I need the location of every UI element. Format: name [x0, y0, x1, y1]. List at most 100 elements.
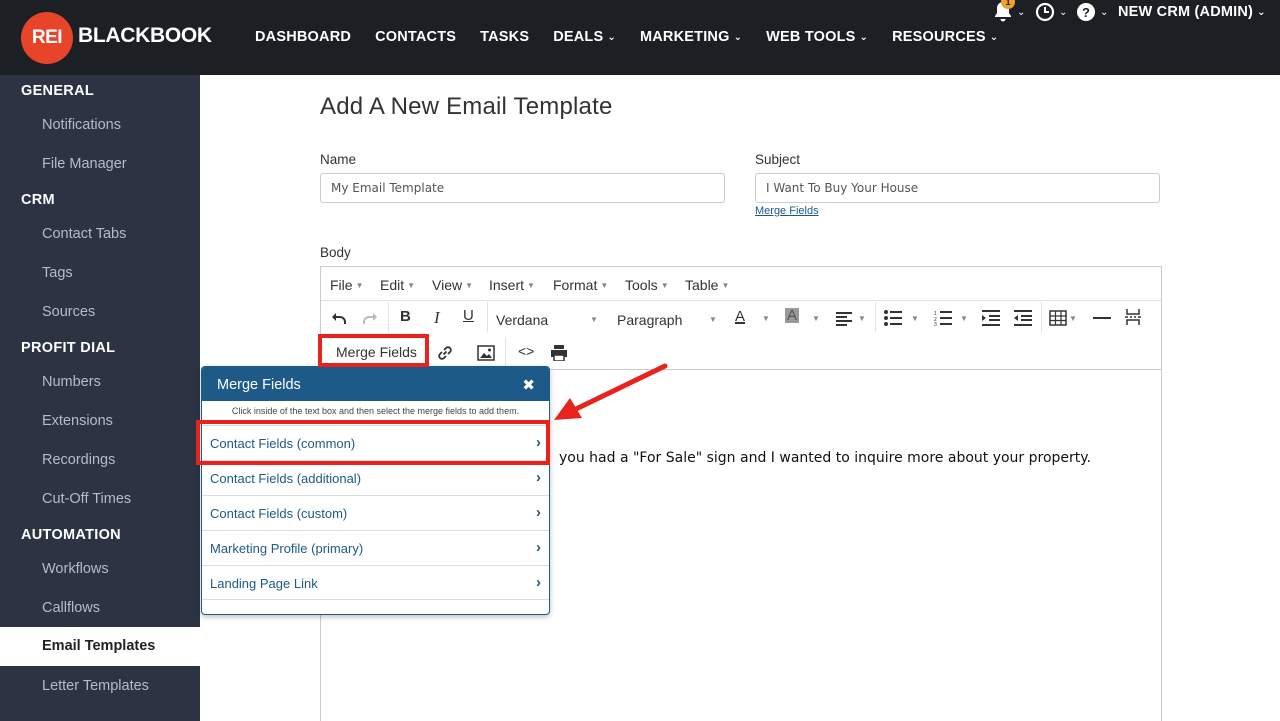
- sidebar-item-contact-tabs[interactable]: Contact Tabs: [42, 226, 126, 242]
- chevron-down-icon: ⌄: [733, 32, 743, 43]
- subject-label: Subject: [755, 152, 801, 167]
- editor-menubar: File ▼ Edit ▼ View ▼ Insert ▼ Format ▼ Tools ▼…: [321, 267, 1161, 301]
- block-format-select[interactable]: Paragraph ▼: [617, 312, 721, 328]
- source-code-icon[interactable]: <>: [518, 343, 534, 359]
- chevron-down-icon[interactable]: ▼: [858, 314, 866, 323]
- chevron-down-icon: ⌄: [859, 32, 869, 43]
- logo-badge: REI: [21, 12, 73, 64]
- help-button[interactable]: ? ⌄: [1076, 0, 1108, 24]
- sidebar-item-tags[interactable]: Tags: [42, 265, 73, 281]
- chevron-down-icon: ⌄: [1059, 6, 1068, 18]
- nav-marketing[interactable]: MARKETING ⌄: [640, 29, 742, 45]
- sidebar-heading-automation: AUTOMATION: [21, 527, 121, 543]
- notifications-button[interactable]: 1 ⌄: [993, 0, 1025, 24]
- sidebar-item-sources[interactable]: Sources: [42, 304, 95, 320]
- history-button[interactable]: ⌄: [1035, 0, 1067, 24]
- clock-icon: [1035, 2, 1055, 22]
- print-icon[interactable]: [550, 345, 568, 361]
- merge-group-contact-additional[interactable]: Contact Fields (additional) ›: [202, 460, 549, 495]
- subject-merge-fields-link[interactable]: Merge Fields: [755, 205, 819, 217]
- toolbar-divider: [487, 302, 488, 332]
- menu-view[interactable]: View ▼: [432, 277, 473, 293]
- italic-icon[interactable]: I: [434, 308, 440, 328]
- menu-file[interactable]: File ▼: [330, 277, 363, 293]
- toolbar-divider: [1041, 302, 1042, 332]
- main-nav: DASHBOARD CONTACTS TASKS DEALS ⌄ MARKETIN…: [255, 29, 1022, 45]
- undo-icon[interactable]: [331, 310, 347, 326]
- merge-group-landing-page-link[interactable]: Landing Page Link ›: [202, 565, 549, 600]
- chevron-down-icon[interactable]: ▼: [762, 314, 770, 323]
- sidebar-heading-crm: CRM: [21, 192, 55, 208]
- nav-web-tools[interactable]: WEB TOOLS ⌄: [766, 29, 868, 45]
- logo-text: BLACKBOOK: [78, 24, 212, 47]
- link-icon[interactable]: [436, 344, 454, 362]
- brand-logo[interactable]: REI BLACKBOOK: [21, 12, 212, 64]
- font-family-select[interactable]: Verdana ▼: [496, 312, 600, 328]
- table-icon[interactable]: [1049, 310, 1067, 326]
- outdent-icon[interactable]: [1014, 310, 1032, 326]
- sidebar-item-numbers[interactable]: Numbers: [42, 374, 101, 390]
- chevron-right-icon: ›: [536, 504, 541, 521]
- subject-input[interactable]: I Want To Buy Your House: [755, 173, 1160, 203]
- chevron-down-icon: ⌄: [1017, 6, 1026, 18]
- numbered-list-icon[interactable]: 123: [934, 310, 952, 326]
- chevron-down-icon[interactable]: ▼: [1069, 314, 1077, 323]
- menu-table[interactable]: Table ▼: [685, 277, 729, 293]
- nav-dashboard[interactable]: DASHBOARD: [255, 29, 351, 45]
- sidebar-item-email-templates[interactable]: Email Templates: [0, 627, 200, 666]
- indent-icon[interactable]: [982, 310, 1000, 326]
- sidebar-item-notifications[interactable]: Notifications: [42, 117, 121, 133]
- nav-resources[interactable]: RESOURCES ⌄: [892, 29, 998, 45]
- sidebar-item-callflows[interactable]: Callflows: [42, 600, 100, 616]
- merge-group-marketing-profile[interactable]: Marketing Profile (primary) ›: [202, 530, 549, 565]
- background-color-icon[interactable]: A: [785, 308, 800, 323]
- svg-text:?: ?: [1082, 5, 1090, 20]
- chevron-right-icon: ›: [536, 539, 541, 556]
- name-label: Name: [320, 152, 357, 167]
- user-menu[interactable]: NEW CRM (ADMIN) ⌄: [1118, 0, 1266, 24]
- underline-icon[interactable]: U: [463, 307, 474, 324]
- menu-insert[interactable]: Insert ▼: [489, 277, 535, 293]
- nav-tasks[interactable]: TASKS: [480, 29, 529, 45]
- chevron-right-icon: ›: [536, 574, 541, 591]
- name-input[interactable]: My Email Template: [320, 173, 725, 203]
- image-icon[interactable]: [477, 345, 495, 361]
- sidebar-item-workflows[interactable]: Workflows: [42, 561, 109, 577]
- editor-body-text: you had a "For Sale" sign and I wanted t…: [559, 450, 1092, 466]
- annotation-arrow-icon: [554, 363, 668, 420]
- chevron-down-icon[interactable]: ▼: [960, 314, 968, 323]
- menu-tools[interactable]: Tools ▼: [625, 277, 669, 293]
- chevron-down-icon: ⌄: [989, 32, 999, 43]
- nav-contacts[interactable]: CONTACTS: [375, 29, 456, 45]
- menu-edit[interactable]: Edit ▼: [380, 277, 415, 293]
- nav-deals[interactable]: DEALS ⌄: [553, 29, 616, 45]
- align-left-icon[interactable]: [836, 312, 854, 326]
- chevron-down-icon[interactable]: ▼: [812, 314, 820, 323]
- bullet-list-icon[interactable]: [884, 310, 902, 326]
- redo-icon[interactable]: [362, 310, 378, 326]
- merge-fields-popup: Merge Fields ✖ Click inside of the text …: [201, 366, 550, 615]
- chevron-right-icon: ›: [536, 469, 541, 486]
- chevron-down-icon[interactable]: ▼: [911, 314, 919, 323]
- text-color-icon[interactable]: A: [735, 308, 745, 325]
- page-break-icon[interactable]: [1125, 309, 1141, 325]
- popup-hint: Click inside of the text box and then se…: [231, 406, 520, 416]
- bold-icon[interactable]: B: [400, 308, 411, 325]
- popup-header: Merge Fields ✖: [202, 367, 549, 401]
- sidebar-item-extensions[interactable]: Extensions: [42, 413, 113, 429]
- toolbar-divider: [388, 302, 389, 332]
- sidebar-item-letter-templates[interactable]: Letter Templates: [42, 678, 149, 694]
- horizontal-rule-icon[interactable]: [1093, 316, 1111, 320]
- top-navigation-bar: REI BLACKBOOK DASHBOARD CONTACTS TASKS D…: [0, 0, 1280, 75]
- close-icon[interactable]: ✖: [522, 376, 535, 394]
- merge-group-contact-custom[interactable]: Contact Fields (custom) ›: [202, 495, 549, 530]
- sidebar-item-recordings[interactable]: Recordings: [42, 452, 115, 468]
- sidebar-item-file-manager[interactable]: File Manager: [42, 156, 127, 172]
- svg-text:3: 3: [934, 322, 937, 326]
- body-label: Body: [320, 245, 351, 260]
- help-icon: ?: [1077, 3, 1095, 21]
- page-title: Add A New Email Template: [320, 93, 613, 120]
- menu-format[interactable]: Format ▼: [553, 277, 608, 293]
- sidebar-heading-general: GENERAL: [21, 83, 94, 99]
- sidebar-item-cut-off-times[interactable]: Cut-Off Times: [42, 491, 131, 507]
